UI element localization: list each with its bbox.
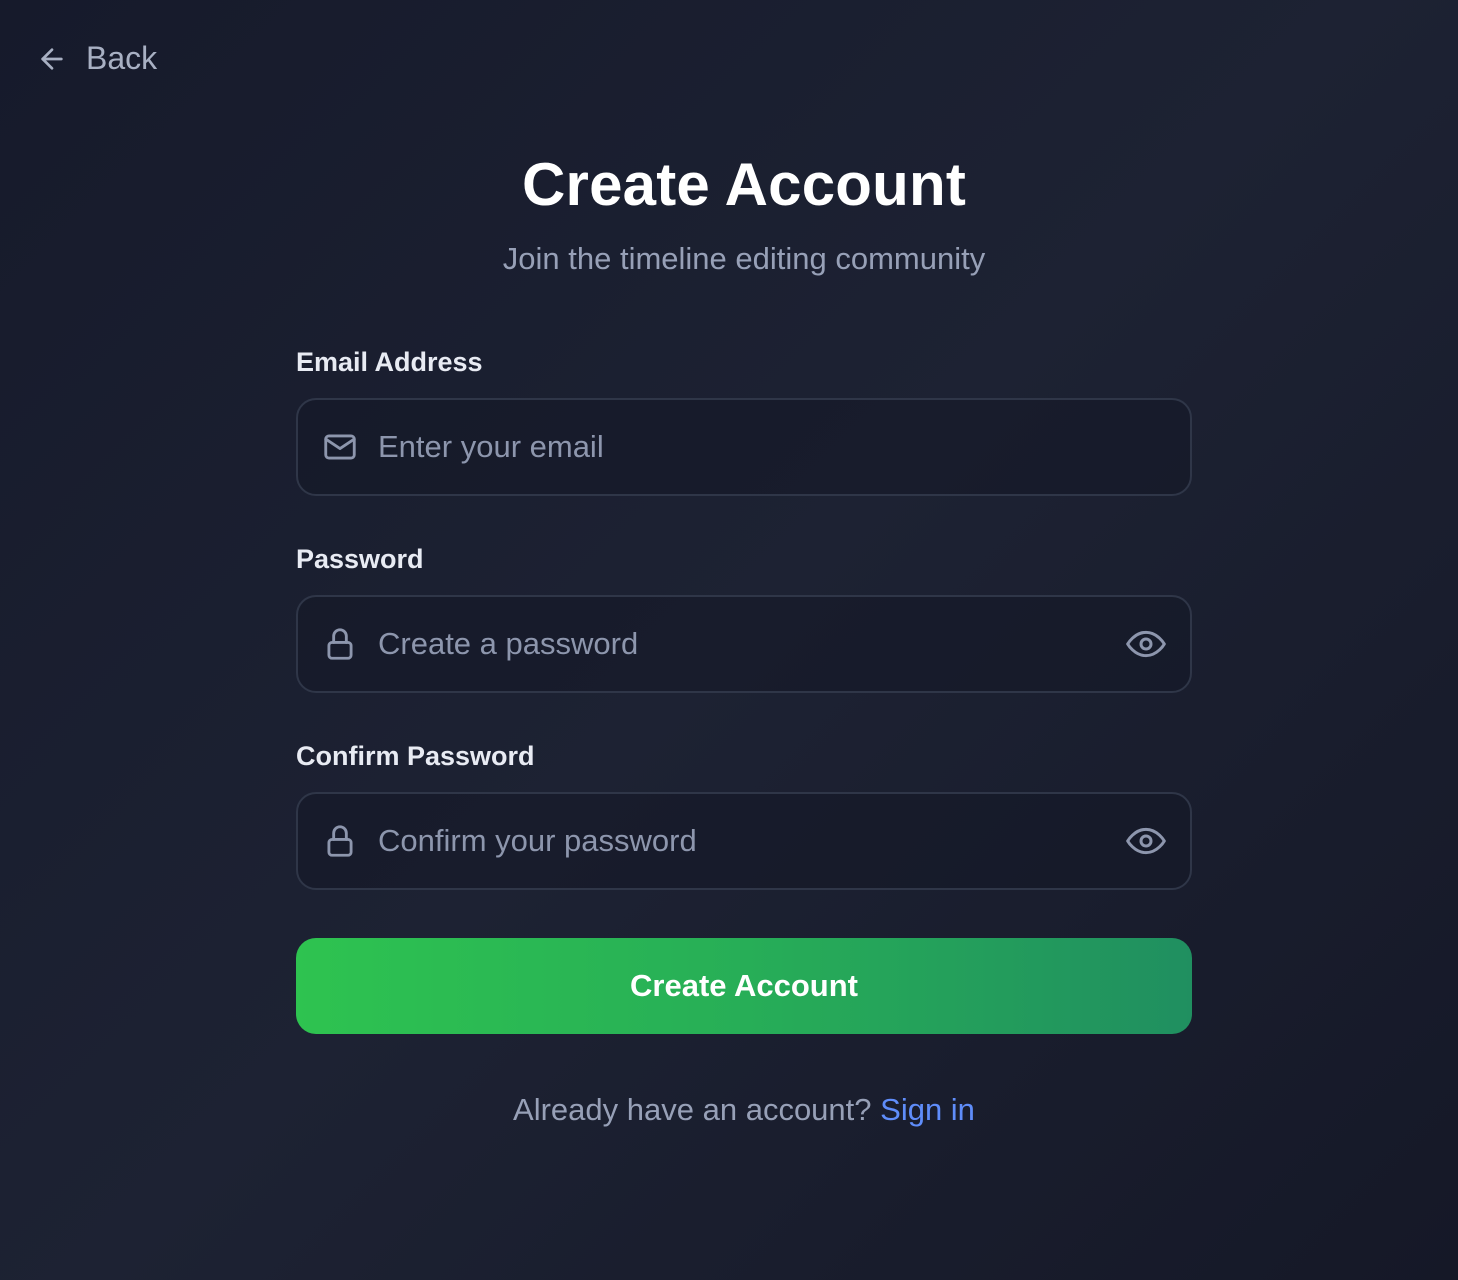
email-label: Email Address xyxy=(296,347,483,377)
confirm-password-input[interactable] xyxy=(378,823,1124,859)
eye-icon[interactable] xyxy=(1124,622,1168,666)
mail-icon xyxy=(320,427,360,467)
lock-icon xyxy=(320,624,360,664)
confirm-password-field-wrapper[interactable] xyxy=(296,792,1192,890)
signin-prompt-text: Already have an account? xyxy=(513,1092,872,1127)
confirm-password-group: Confirm Password xyxy=(296,741,1192,890)
signin-prompt: Already have an account? Sign in xyxy=(296,1092,1192,1128)
password-field-wrapper[interactable] xyxy=(296,595,1192,693)
signup-form: Create Account Join the timeline editing… xyxy=(296,150,1192,1128)
password-group: Password xyxy=(296,544,1192,693)
sign-in-link[interactable]: Sign in xyxy=(880,1092,975,1127)
create-account-button[interactable]: Create Account xyxy=(296,938,1192,1034)
email-field-wrapper[interactable] xyxy=(296,398,1192,496)
page-title: Create Account xyxy=(521,151,966,218)
arrow-left-icon xyxy=(36,43,68,75)
email-group: Email Address xyxy=(296,347,1192,496)
back-label: Back xyxy=(86,40,158,76)
password-label: Password xyxy=(296,544,424,574)
password-input[interactable] xyxy=(378,626,1124,662)
page-subtitle: Join the timeline editing community xyxy=(502,241,986,276)
email-input[interactable] xyxy=(378,429,1168,465)
lock-icon xyxy=(320,821,360,861)
confirm-password-label: Confirm Password xyxy=(296,741,535,771)
eye-icon[interactable] xyxy=(1124,819,1168,863)
back-button[interactable]: Back xyxy=(36,40,157,77)
